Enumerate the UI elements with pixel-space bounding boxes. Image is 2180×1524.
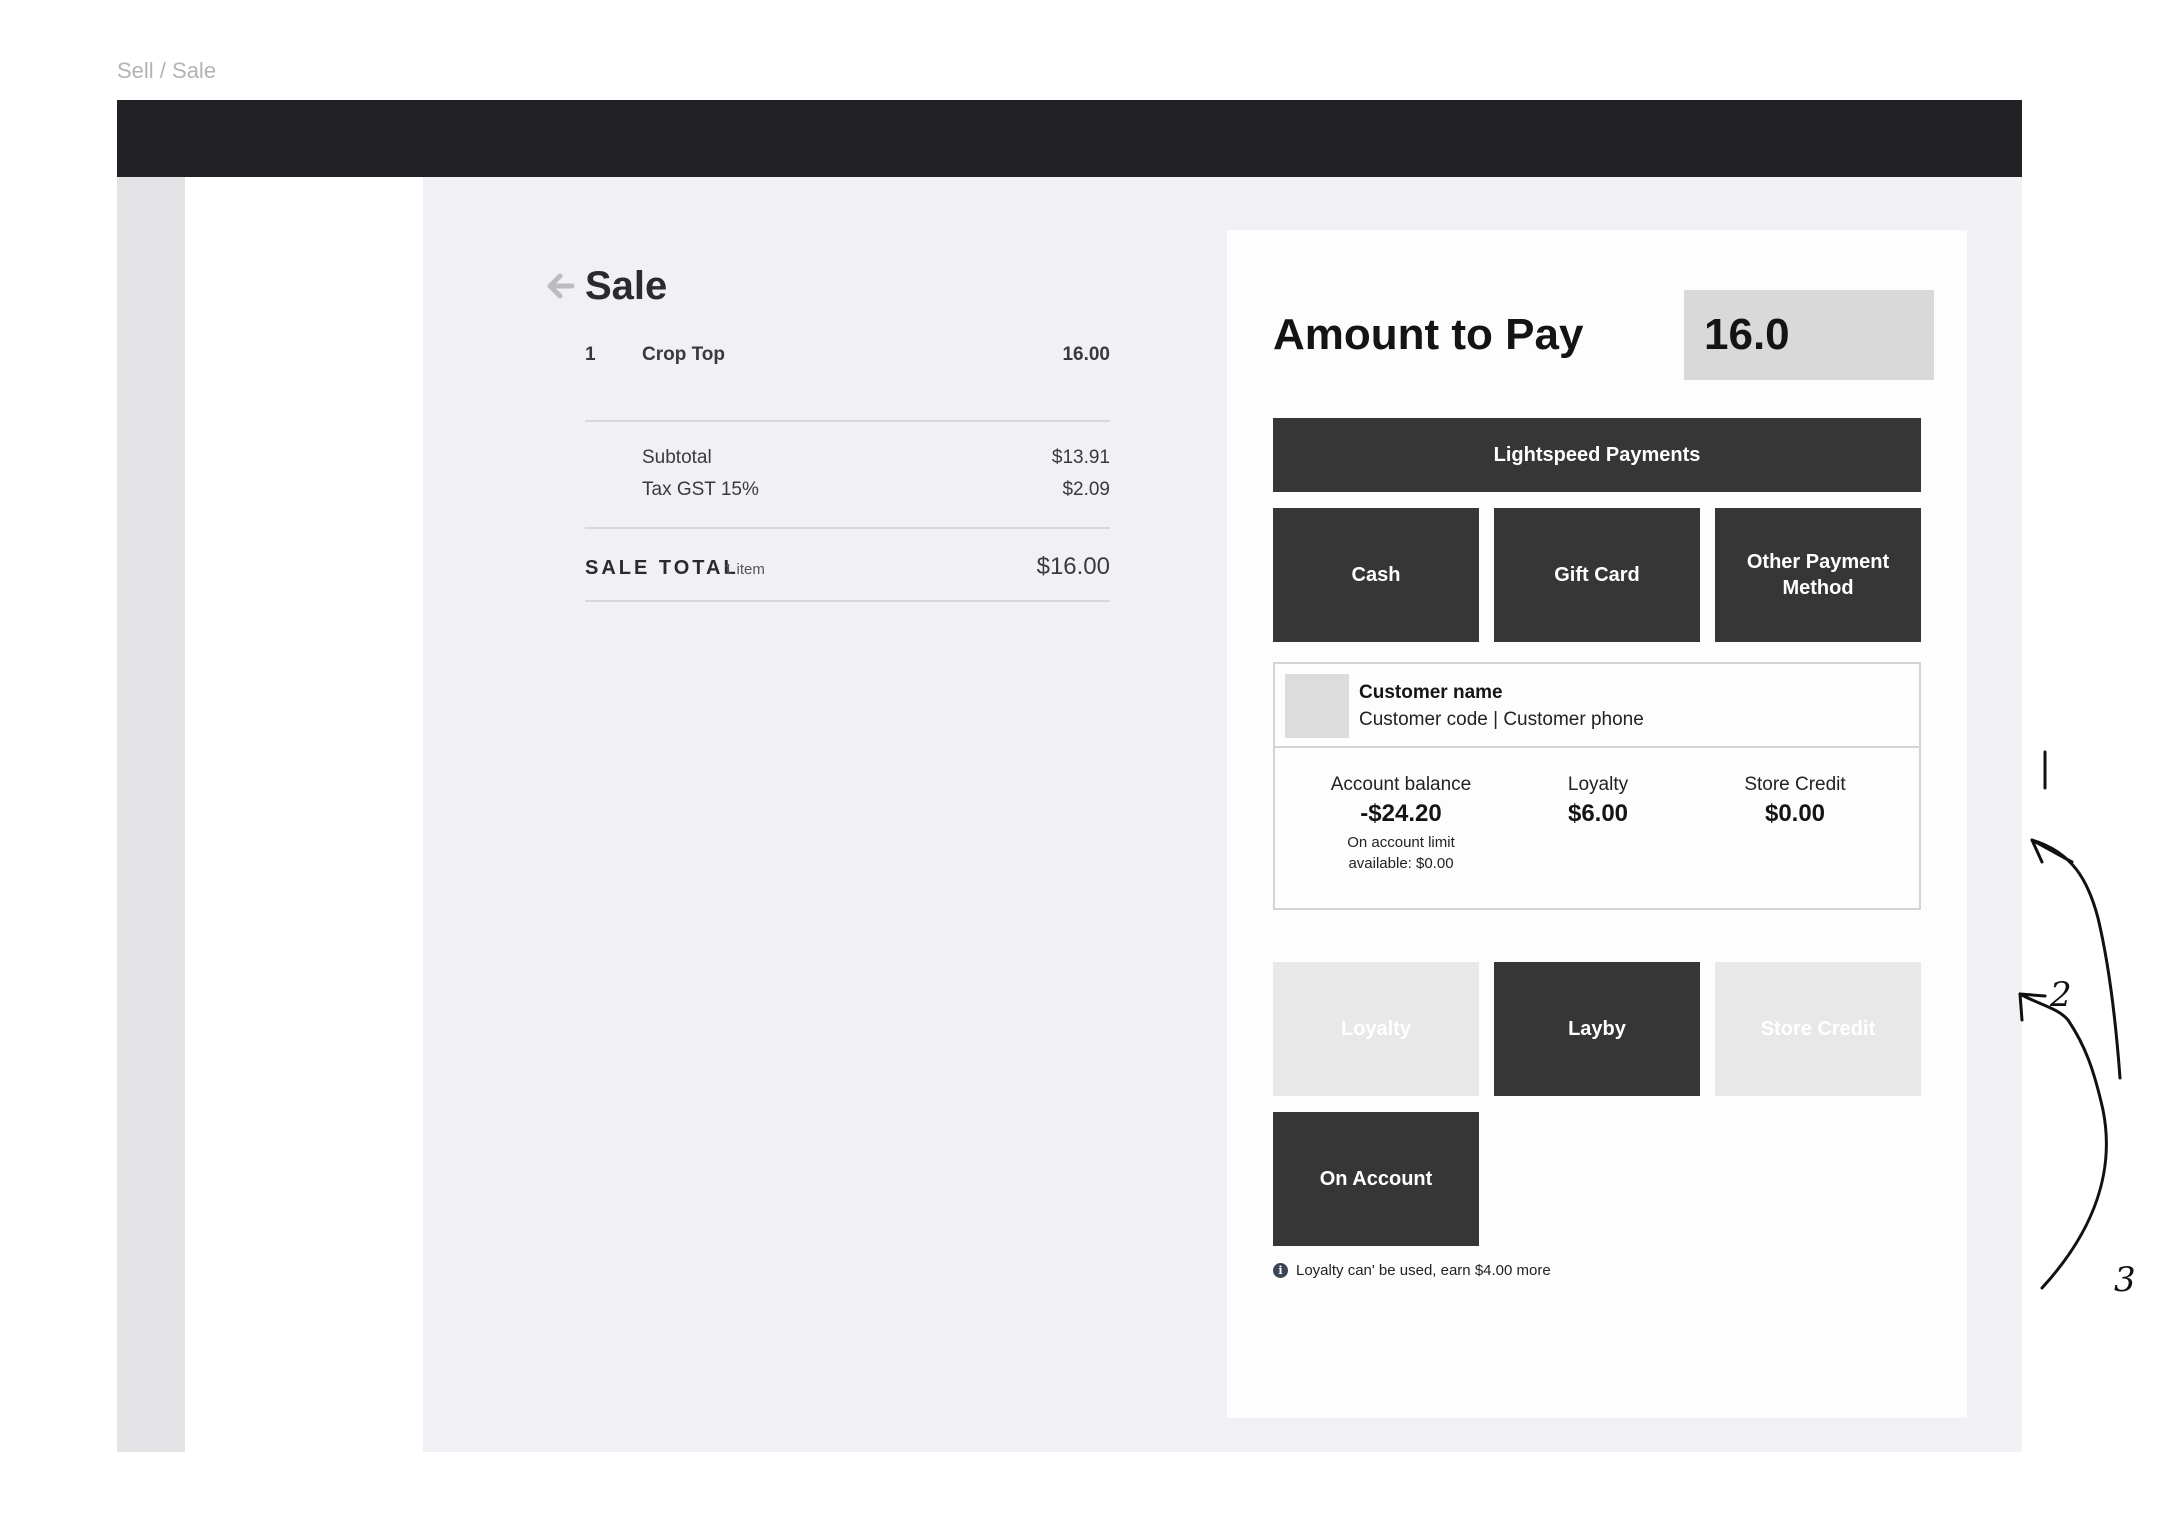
- divider: [585, 600, 1110, 602]
- sale-total-value: $16.00: [1036, 553, 1110, 580]
- loyalty-label: Loyalty: [1567, 774, 1629, 795]
- amount-to-pay-label: Amount to Pay: [1273, 310, 1584, 359]
- divider: [585, 420, 1110, 422]
- line-item-price: 16.00: [1062, 344, 1110, 365]
- account-balance-stat: Account balance -$24.20 On account limit…: [1291, 774, 1511, 874]
- account-limit-note-line2: available: $0.00: [1348, 855, 1454, 872]
- customer-code-phone: Customer code | Customer phone: [1359, 709, 1644, 730]
- loyalty-button[interactable]: Loyalty: [1273, 962, 1479, 1096]
- left-rail: [117, 177, 185, 1452]
- layby-button[interactable]: Layby: [1494, 962, 1700, 1096]
- sale-total-label: SALE TOTAL: [585, 557, 739, 579]
- breadcrumb: Sell / Sale: [117, 58, 217, 83]
- side-nav: [185, 177, 423, 1452]
- amount-to-pay-input[interactable]: 16.0: [1684, 290, 1934, 380]
- line-item[interactable]: 1 Crop Top 16.00: [585, 344, 1110, 374]
- tax-label: Tax GST 15%: [642, 479, 759, 500]
- sale-total-row: SALE TOTAL 1 item $16.00: [585, 551, 1110, 585]
- loyalty-value: $6.00: [1567, 800, 1629, 827]
- store-credit-stat: Store Credit $0.00: [1685, 774, 1905, 828]
- store-credit-button[interactable]: Store Credit: [1715, 962, 1921, 1096]
- customer-card: Customer name Customer code | Customer p…: [1273, 662, 1921, 910]
- line-item-qty: 1: [585, 344, 596, 365]
- sale-summary: Sale 1 Crop Top 16.00 Subtotal $13.91 Ta…: [545, 256, 1145, 636]
- lightspeed-payments-button[interactable]: Lightspeed Payments: [1273, 418, 1921, 492]
- payment-panel: Amount to Pay 16.0 Lightspeed Payments C…: [1227, 230, 1967, 1418]
- subtotal-label: Subtotal: [642, 447, 712, 468]
- sale-total-count: 1 item: [724, 561, 765, 578]
- divider: [1275, 746, 1919, 748]
- account-limit-note-line1: On account limit: [1347, 834, 1455, 851]
- other-payment-method-button[interactable]: Other Payment Method: [1715, 508, 1921, 642]
- info-icon: i: [1273, 1263, 1288, 1278]
- gift-card-button[interactable]: Gift Card: [1494, 508, 1700, 642]
- divider: [585, 527, 1110, 529]
- loyalty-notice: i Loyalty can' be used, earn $4.00 more: [1273, 1262, 1551, 1279]
- top-bar: [117, 100, 2022, 177]
- annotation-number: 2: [2050, 975, 2072, 1015]
- sale-title: Sale: [585, 263, 668, 308]
- store-credit-label: Store Credit: [1744, 774, 1846, 795]
- line-item-name: Crop Top: [642, 344, 726, 365]
- loyalty-stat: Loyalty $6.00: [1488, 774, 1708, 828]
- account-balance-value: -$24.20: [1360, 800, 1442, 827]
- account-balance-label: Account balance: [1330, 774, 1472, 795]
- app-frame: Sale 1 Crop Top 16.00 Subtotal $13.91 Ta…: [117, 100, 2022, 1452]
- on-account-button[interactable]: On Account: [1273, 1112, 1479, 1246]
- back-arrow-icon[interactable]: [545, 266, 579, 306]
- annotation-number: 3: [2114, 1260, 2136, 1300]
- cash-button[interactable]: Cash: [1273, 508, 1479, 642]
- subtotal-value: $13.91: [1051, 447, 1110, 468]
- store-credit-value: $0.00: [1764, 800, 1826, 827]
- tax-value: $2.09: [1062, 479, 1110, 500]
- avatar: [1285, 674, 1349, 738]
- loyalty-notice-text: Loyalty can' be used, earn $4.00 more: [1296, 1262, 1551, 1279]
- customer-name: Customer name: [1359, 682, 1503, 703]
